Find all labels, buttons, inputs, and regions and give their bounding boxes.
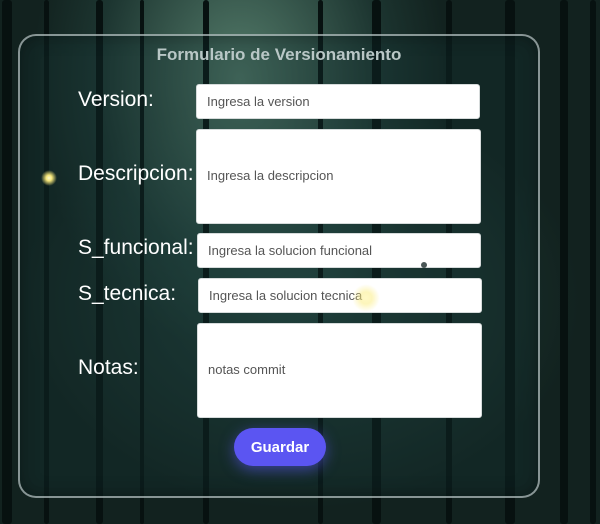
form-title: Formulario de Versionamiento	[156, 45, 402, 64]
functional-solution-label: S_funcional:	[78, 236, 194, 259]
background-tree	[590, 0, 596, 524]
description-input[interactable]	[196, 129, 481, 224]
version-input[interactable]	[196, 84, 480, 119]
save-button[interactable]: Guardar	[234, 428, 326, 466]
technical-solution-label: S_tecnica:	[78, 282, 177, 305]
notes-input[interactable]	[197, 323, 482, 418]
functional-solution-input[interactable]	[197, 233, 481, 268]
version-label: Version:	[78, 88, 154, 111]
firefly-glow	[352, 284, 380, 312]
description-label: Descripcion:	[78, 162, 194, 185]
notes-label: Notas:	[78, 356, 139, 379]
firefly-glow	[421, 262, 427, 268]
background-tree	[560, 0, 568, 524]
versioning-form: Formulario de Versionamiento Version: De…	[18, 34, 540, 498]
technical-solution-input[interactable]	[198, 278, 482, 313]
firefly-glow	[41, 170, 57, 186]
background-tree	[2, 0, 12, 524]
